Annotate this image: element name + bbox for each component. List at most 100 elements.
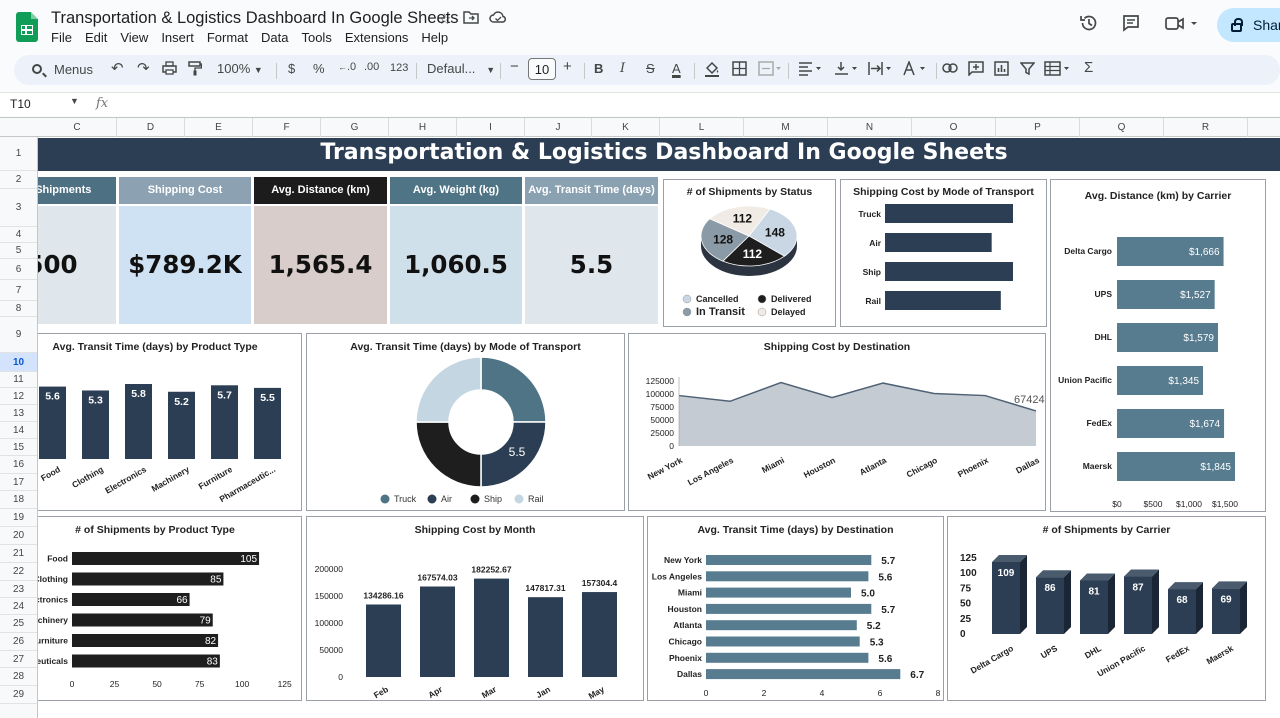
insert-chart-icon[interactable] bbox=[994, 61, 1009, 79]
row-header-29[interactable]: 29 bbox=[0, 686, 37, 704]
row-header-2[interactable]: 2 bbox=[0, 171, 37, 189]
filter-icon[interactable] bbox=[1019, 61, 1036, 79]
font-size-input[interactable]: 10 bbox=[528, 58, 556, 80]
menu-insert[interactable]: Insert bbox=[161, 30, 201, 45]
bold-button[interactable]: B bbox=[594, 61, 603, 76]
column-header-c[interactable]: C bbox=[38, 118, 117, 137]
horizontal-align-icon[interactable] bbox=[798, 61, 824, 79]
chart-cost-by-month[interactable]: Shipping Cost by Month 0 50000 100000 15000… bbox=[306, 516, 644, 701]
column-header-n[interactable]: N bbox=[828, 118, 912, 137]
row-header-23[interactable]: 23 bbox=[0, 581, 37, 598]
comments-icon[interactable] bbox=[1121, 13, 1141, 38]
row-header-19[interactable]: 19 bbox=[0, 509, 37, 527]
row-header-10[interactable]: 10 bbox=[0, 353, 37, 372]
row-header-22[interactable]: 22 bbox=[0, 563, 37, 581]
menu-data[interactable]: Data bbox=[261, 30, 295, 45]
chart-transit-by-product[interactable]: Avg. Transit Time (days) by Product Type… bbox=[38, 333, 302, 511]
text-color-button[interactable]: A bbox=[672, 61, 681, 76]
percent-format-button[interactable]: % bbox=[313, 61, 325, 76]
row-header-20[interactable]: 20 bbox=[0, 527, 37, 545]
cloud-saved-icon[interactable] bbox=[489, 10, 507, 28]
chart-shipments-by-carrier[interactable]: # of Shipments by Carrier 0 25 50 75 100 125 1… bbox=[947, 516, 1266, 701]
column-header-f[interactable]: F bbox=[253, 118, 321, 137]
print-icon[interactable] bbox=[162, 61, 177, 78]
decrease-decimal-button[interactable]: ←.0 bbox=[338, 61, 356, 73]
document-title[interactable]: Transportation & Logistics Dashboard In … bbox=[51, 9, 459, 28]
column-header-d[interactable]: D bbox=[117, 118, 185, 137]
zoom-select[interactable]: 100% ▼ bbox=[217, 61, 263, 76]
menus-search-button[interactable]: Menus bbox=[18, 57, 104, 83]
share-button[interactable]: Share bbox=[1217, 8, 1280, 42]
functions-button[interactable]: Σ bbox=[1084, 59, 1093, 76]
sheets-logo-icon[interactable] bbox=[16, 12, 38, 42]
fill-color-icon[interactable] bbox=[704, 61, 720, 80]
redo-icon[interactable]: ↷ bbox=[137, 59, 150, 77]
row-header-15[interactable]: 15 bbox=[0, 439, 37, 456]
menu-file[interactable]: File bbox=[51, 30, 79, 45]
move-folder-icon[interactable] bbox=[463, 10, 479, 28]
undo-icon[interactable]: ↶ bbox=[111, 59, 124, 77]
menu-help[interactable]: Help bbox=[421, 30, 455, 45]
menu-view[interactable]: View bbox=[120, 30, 155, 45]
merge-cells-icon[interactable] bbox=[758, 61, 782, 79]
row-header-13[interactable]: 13 bbox=[0, 405, 37, 422]
number-format-button[interactable]: 123 bbox=[390, 62, 408, 74]
row-header-28[interactable]: 28 bbox=[0, 668, 37, 686]
currency-format-button[interactable]: $ bbox=[288, 61, 295, 76]
strikethrough-button[interactable]: S bbox=[646, 61, 655, 76]
name-box[interactable]: T10 bbox=[10, 97, 31, 111]
row-header-24[interactable]: 24 bbox=[0, 598, 37, 615]
filter-views-icon[interactable] bbox=[1044, 61, 1074, 79]
row-header-26[interactable]: 26 bbox=[0, 633, 37, 651]
menu-format[interactable]: Format bbox=[207, 30, 255, 45]
row-header-14[interactable]: 14 bbox=[0, 422, 37, 439]
column-header-g[interactable]: G bbox=[321, 118, 389, 137]
sheet-grid[interactable]: Transportation & Logistics Dashboard In … bbox=[38, 137, 1280, 718]
version-history-icon[interactable] bbox=[1079, 13, 1099, 38]
star-icon[interactable]: ☆ bbox=[438, 10, 451, 28]
column-header-j[interactable]: J bbox=[525, 118, 592, 137]
italic-button[interactable]: I bbox=[620, 61, 625, 76]
column-header-r[interactable]: R bbox=[1164, 118, 1248, 137]
row-header-25[interactable]: 25 bbox=[0, 615, 37, 633]
font-size-decrease-button[interactable]: − bbox=[510, 58, 519, 75]
text-wrapping-icon[interactable] bbox=[868, 61, 894, 79]
insert-link-icon[interactable] bbox=[942, 61, 958, 76]
chart-transit-by-destination[interactable]: Avg. Transit Time (days) by Destination … bbox=[647, 516, 944, 701]
row-header-5[interactable]: 5 bbox=[0, 243, 37, 259]
column-header-h[interactable]: H bbox=[389, 118, 457, 137]
chart-cost-by-mode[interactable]: Shipping Cost by Mode of Transport Truck… bbox=[840, 179, 1047, 327]
text-rotation-icon[interactable] bbox=[902, 59, 928, 79]
column-header-i[interactable]: I bbox=[457, 118, 525, 137]
menu-tools[interactable]: Tools bbox=[301, 30, 338, 45]
chart-cost-by-destination[interactable]: Shipping Cost by Destination 0 25000 50000… bbox=[628, 333, 1046, 511]
row-header-3[interactable]: 3 bbox=[0, 189, 37, 227]
row-header-9[interactable]: 9 bbox=[0, 317, 37, 353]
name-box-dropdown-icon[interactable]: ▼ bbox=[70, 96, 79, 106]
chart-shipments-by-status[interactable]: # of Shipments by Status 148 112 128 112 Can… bbox=[663, 179, 836, 327]
chart-transit-by-mode[interactable]: Avg. Transit Time (days) by Mode of Tran… bbox=[306, 333, 625, 511]
menu-extensions[interactable]: Extensions bbox=[345, 30, 416, 45]
row-header-11[interactable]: 11 bbox=[0, 372, 37, 388]
chart-distance-by-carrier[interactable]: Avg. Distance (km) by Carrier Delta Carg… bbox=[1050, 179, 1266, 512]
insert-comment-icon[interactable] bbox=[968, 61, 984, 79]
row-header-4[interactable]: 4 bbox=[0, 227, 37, 243]
column-header-m[interactable]: M bbox=[744, 118, 828, 137]
row-header-16[interactable]: 16 bbox=[0, 456, 37, 474]
row-header-7[interactable]: 7 bbox=[0, 280, 37, 301]
font-size-increase-button[interactable]: + bbox=[563, 58, 572, 75]
font-family-select[interactable]: Defaul... ▼ bbox=[427, 61, 495, 76]
column-header-o[interactable]: O bbox=[912, 118, 996, 137]
column-header-k[interactable]: K bbox=[592, 118, 660, 137]
row-header-1[interactable]: 1 bbox=[0, 137, 37, 171]
column-header-e[interactable]: E bbox=[185, 118, 253, 137]
increase-decimal-button[interactable]: .00 bbox=[364, 61, 379, 73]
menu-edit[interactable]: Edit bbox=[85, 30, 114, 45]
paint-format-icon[interactable] bbox=[188, 61, 203, 79]
row-header-17[interactable]: 17 bbox=[0, 474, 37, 491]
column-header-l[interactable]: L bbox=[660, 118, 744, 137]
chart-shipments-by-product[interactable]: # of Shipments by Product Type Food105Cl… bbox=[38, 516, 302, 701]
meet-icon[interactable] bbox=[1164, 13, 1198, 38]
vertical-align-icon[interactable] bbox=[834, 61, 860, 79]
column-header-p[interactable]: P bbox=[996, 118, 1080, 137]
